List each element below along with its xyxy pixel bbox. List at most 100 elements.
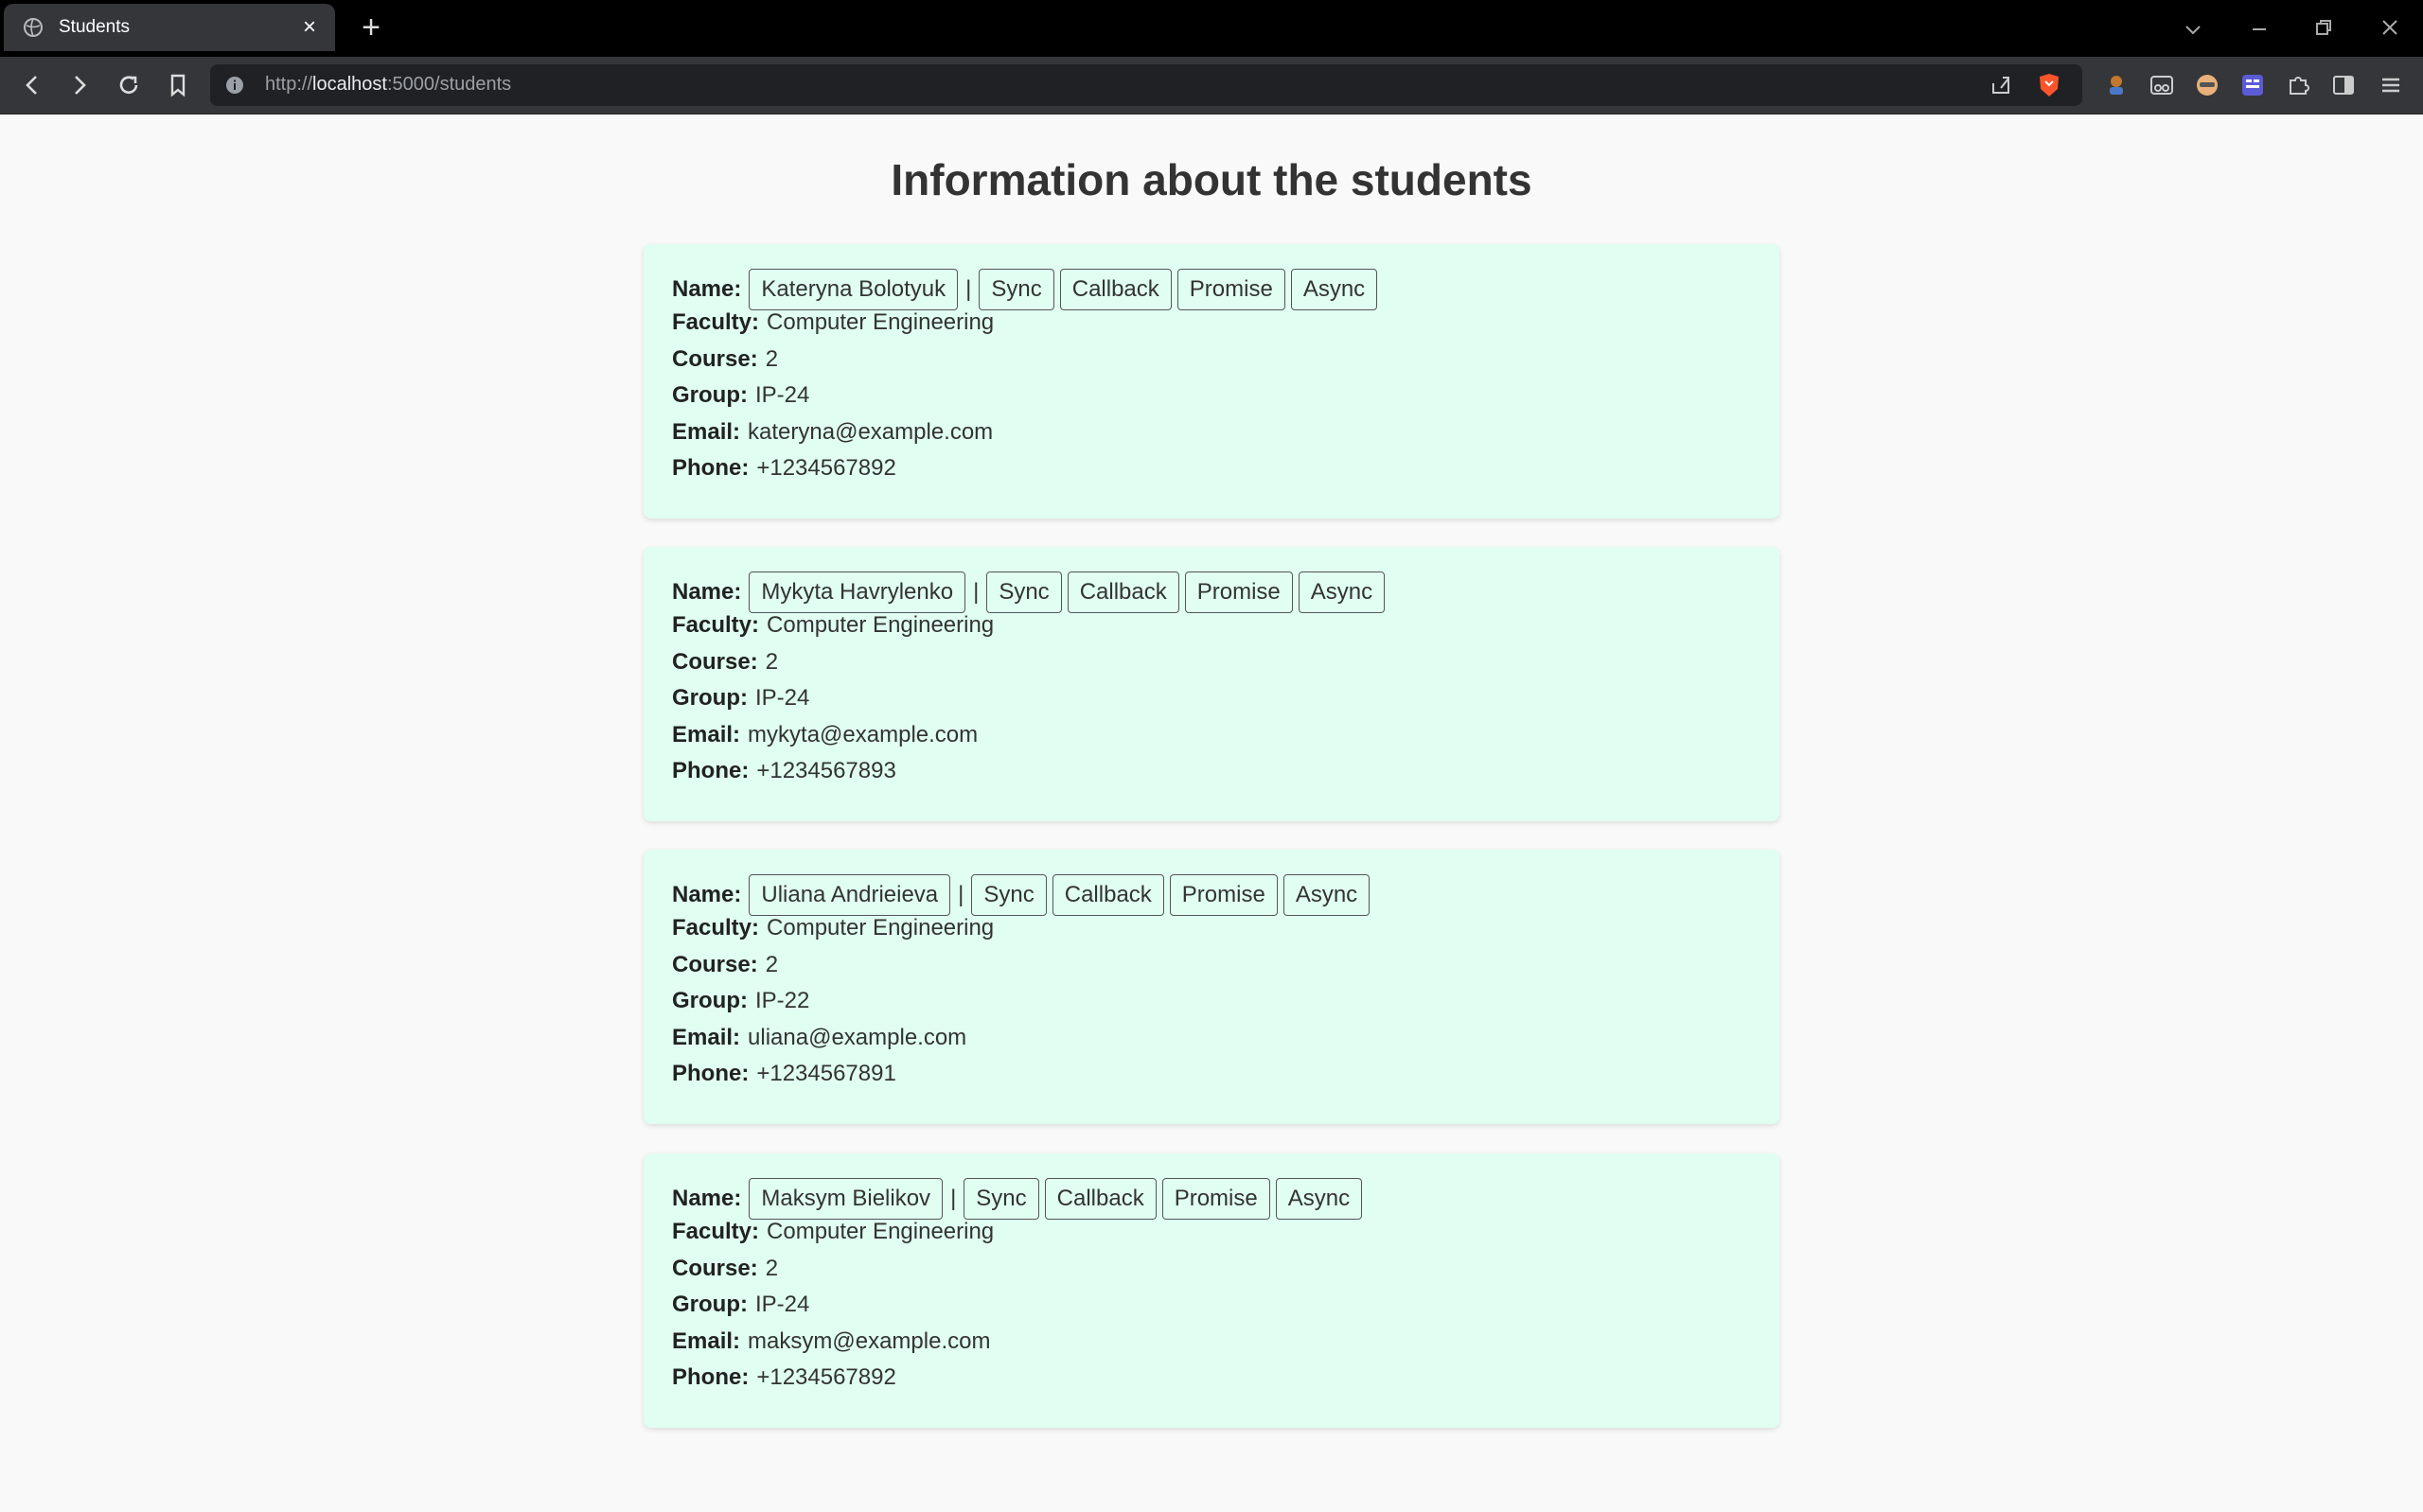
reload-icon[interactable] xyxy=(114,70,144,100)
faculty-label: Faculty: xyxy=(672,612,760,639)
email-value: mykyta@example.com xyxy=(748,721,979,747)
course-label: Course: xyxy=(672,1255,758,1281)
email-row: Email: kateryna@example.com xyxy=(672,414,1751,451)
brave-shield-icon[interactable] xyxy=(2037,72,2061,98)
group-value: IP-22 xyxy=(754,988,810,1014)
phone-value: +1234567892 xyxy=(756,455,896,482)
email-value: maksym@example.com xyxy=(748,1327,991,1354)
sync-button[interactable]: Sync xyxy=(971,874,1047,916)
email-row: Email: maksym@example.com xyxy=(672,1324,1751,1361)
course-row: Course: 2 xyxy=(672,1251,1751,1288)
bookmark-icon[interactable] xyxy=(163,70,193,100)
student-card: Name: Kateryna Bolotyuk | Sync Callback Promi… xyxy=(644,244,1779,519)
url-text: http://localhost:5000/students xyxy=(265,74,512,95)
phone-label: Phone: xyxy=(672,1061,750,1087)
name-label: Name: xyxy=(672,1186,742,1211)
sync-button[interactable]: Sync xyxy=(986,571,1062,613)
phone-row: Phone: +1234567891 xyxy=(672,1056,1751,1093)
tab-strip: Students × + xyxy=(0,0,2423,57)
promise-button[interactable]: Promise xyxy=(1169,874,1278,916)
promise-button[interactable]: Promise xyxy=(1161,1178,1270,1220)
email-label: Email: xyxy=(672,1327,741,1354)
student-name-button[interactable]: Uliana Andrieieva xyxy=(749,874,951,916)
faculty-value: Computer Engineering xyxy=(767,1219,995,1245)
async-button[interactable]: Async xyxy=(1282,874,1371,916)
faculty-value: Computer Engineering xyxy=(767,612,995,639)
restore-icon[interactable] xyxy=(2313,17,2334,38)
course-label: Course: xyxy=(672,951,758,977)
extensions-puzzle-icon[interactable] xyxy=(2285,72,2311,98)
separator: | xyxy=(965,276,972,302)
extension-icon-1[interactable] xyxy=(2103,72,2130,98)
group-row: Group: IP-24 xyxy=(672,1287,1751,1324)
address-bar[interactable]: http://localhost:5000/students xyxy=(210,64,2082,106)
phone-value: +1234567891 xyxy=(756,1061,896,1087)
browser-tab[interactable]: Students × xyxy=(4,4,335,51)
extension-icon-4[interactable] xyxy=(2239,72,2266,98)
course-label: Course: xyxy=(672,345,758,372)
promise-button[interactable]: Promise xyxy=(1176,269,1285,310)
site-info-icon[interactable] xyxy=(225,76,244,95)
student-name-button[interactable]: Maksym Bielikov xyxy=(749,1178,944,1220)
email-label: Email: xyxy=(672,418,741,445)
async-button[interactable]: Async xyxy=(1290,269,1378,310)
sync-button[interactable]: Sync xyxy=(979,269,1054,310)
course-row: Course: 2 xyxy=(672,947,1751,984)
callback-button[interactable]: Callback xyxy=(1052,874,1164,916)
callback-button[interactable]: Callback xyxy=(1044,1178,1157,1220)
faculty-label: Faculty: xyxy=(672,1219,760,1245)
course-value: 2 xyxy=(765,345,779,372)
menu-icon[interactable] xyxy=(2378,72,2404,98)
phone-value: +1234567893 xyxy=(756,758,896,784)
student-card: Name: Maksym Bielikov | Sync Callback Promise… xyxy=(644,1153,1779,1428)
new-tab-icon[interactable]: + xyxy=(354,11,388,45)
phone-label: Phone: xyxy=(672,758,750,784)
group-value: IP-24 xyxy=(754,382,810,409)
course-row: Course: 2 xyxy=(672,644,1751,681)
minimize-icon[interactable] xyxy=(2249,19,2270,40)
phone-row: Phone: +1234567892 xyxy=(672,450,1751,487)
name-label: Name: xyxy=(672,882,742,907)
faculty-value: Computer Engineering xyxy=(767,309,995,336)
async-button[interactable]: Async xyxy=(1275,1178,1363,1220)
sidebar-icon[interactable] xyxy=(2330,72,2357,98)
forward-icon[interactable] xyxy=(64,70,95,100)
group-label: Group: xyxy=(672,685,748,712)
email-label: Email: xyxy=(672,1024,741,1050)
back-icon[interactable] xyxy=(17,70,47,100)
async-button[interactable]: Async xyxy=(1298,571,1386,613)
extension-icon-3[interactable] xyxy=(2194,72,2220,98)
group-value: IP-24 xyxy=(754,1292,810,1318)
phone-label: Phone: xyxy=(672,455,750,482)
group-value: IP-24 xyxy=(754,685,810,712)
student-card: Name: Uliana Andrieieva | Sync Callback Promi… xyxy=(644,850,1779,1124)
faculty-label: Faculty: xyxy=(672,915,760,941)
tab-search-icon[interactable] xyxy=(2183,19,2203,40)
promise-button[interactable]: Promise xyxy=(1184,571,1293,613)
callback-button[interactable]: Callback xyxy=(1059,269,1172,310)
course-value: 2 xyxy=(765,951,779,977)
callback-button[interactable]: Callback xyxy=(1067,571,1179,613)
name-label: Name: xyxy=(672,579,742,605)
phone-value: +1234567892 xyxy=(756,1364,896,1391)
name-label: Name: xyxy=(672,276,742,302)
course-label: Course: xyxy=(672,648,758,675)
phone-row: Phone: +1234567892 xyxy=(672,1360,1751,1397)
group-row: Group: IP-24 xyxy=(672,680,1751,717)
globe-icon xyxy=(24,18,43,37)
extension-icon-2[interactable] xyxy=(2149,72,2175,98)
student-card: Name: Mykyta Havrylenko | Sync Callback Promi… xyxy=(644,547,1779,821)
email-label: Email: xyxy=(672,721,741,747)
student-name-button[interactable]: Kateryna Bolotyuk xyxy=(749,269,959,310)
separator: | xyxy=(950,1186,957,1211)
sync-button[interactable]: Sync xyxy=(964,1178,1039,1220)
faculty-value: Computer Engineering xyxy=(767,915,995,941)
group-label: Group: xyxy=(672,382,748,409)
course-value: 2 xyxy=(765,648,779,675)
share-icon[interactable] xyxy=(1990,74,2012,97)
close-window-icon[interactable] xyxy=(2379,17,2400,38)
student-name-button[interactable]: Mykyta Havrylenko xyxy=(749,571,966,613)
phone-row: Phone: +1234567893 xyxy=(672,753,1751,790)
course-value: 2 xyxy=(765,1255,779,1281)
close-tab-icon[interactable]: × xyxy=(295,13,324,42)
